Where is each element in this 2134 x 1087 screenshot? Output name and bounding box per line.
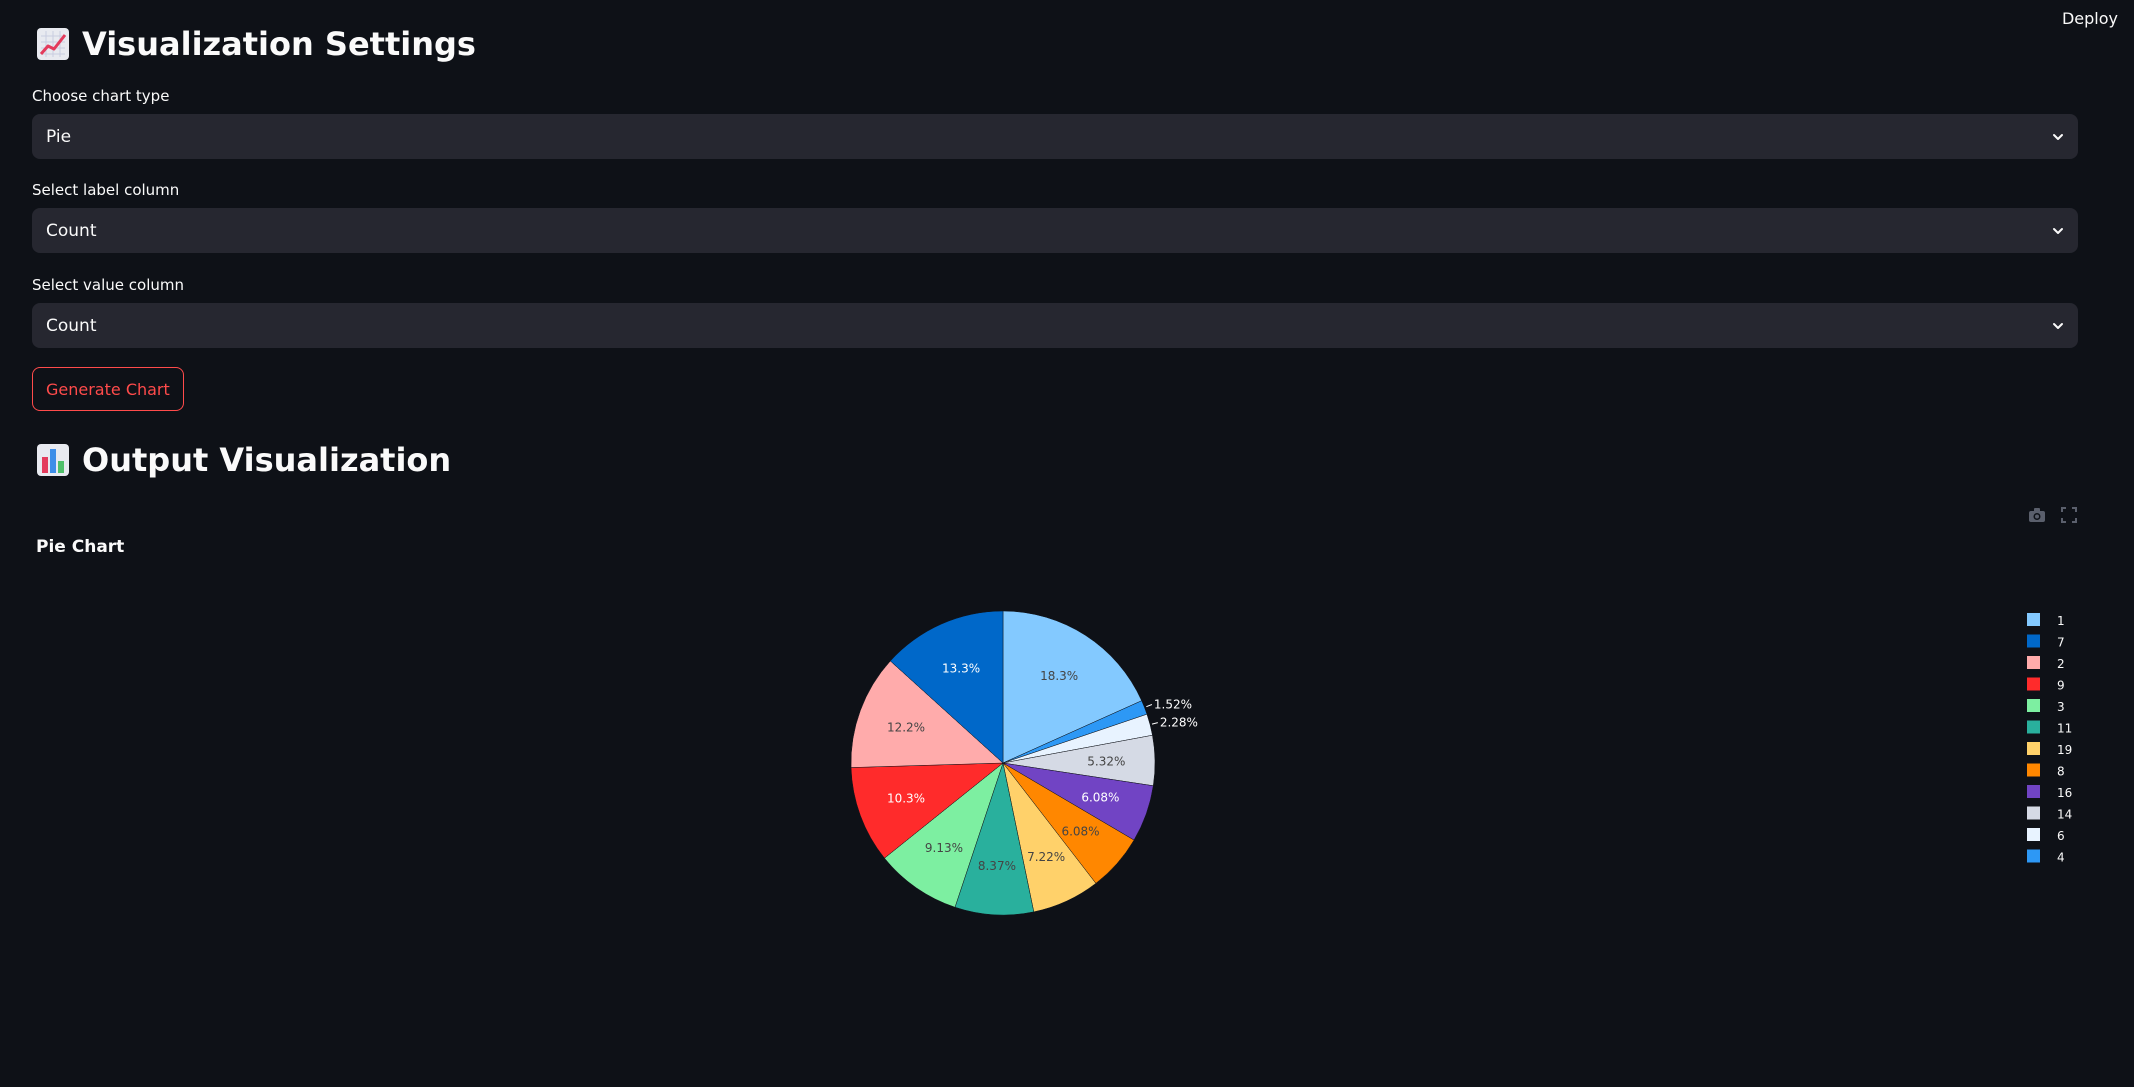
slice-label-16: 6.08% bbox=[1081, 791, 1119, 805]
chart-container: Pie Chart 18.3% 1.52% 2.28% 5.32% 6.08% 6.08%… bbox=[32, 506, 2078, 996]
legend-label-8: 8 bbox=[2057, 765, 2065, 779]
legend-item-2[interactable]: 2 bbox=[2027, 656, 2065, 671]
chart-increasing-icon bbox=[36, 27, 70, 61]
slice-leader-6 bbox=[1151, 722, 1158, 725]
legend-item-1[interactable]: 1 bbox=[2027, 613, 2065, 628]
legend-label-14: 14 bbox=[2057, 808, 2072, 822]
legend-swatch-11 bbox=[2027, 720, 2040, 734]
slice-label-19: 7.22% bbox=[1027, 850, 1065, 864]
legend-item-19[interactable]: 19 bbox=[2027, 742, 2072, 757]
legend-label-1: 1 bbox=[2057, 614, 2065, 628]
legend-item-4[interactable]: 4 bbox=[2027, 849, 2065, 865]
legend-label-3: 3 bbox=[2057, 700, 2065, 714]
legend-label-19: 19 bbox=[2057, 743, 2072, 757]
chevron-down-icon bbox=[2053, 227, 2063, 234]
fullscreen-icon[interactable] bbox=[2060, 506, 2078, 524]
legend-label-11: 11 bbox=[2057, 722, 2072, 736]
chart-type-select[interactable]: Pie bbox=[32, 114, 2078, 159]
legend-swatch-6 bbox=[2027, 828, 2040, 841]
chevron-down-icon bbox=[2053, 322, 2063, 329]
legend-item-6[interactable]: 6 bbox=[2027, 828, 2065, 843]
value-column-value: Count bbox=[46, 315, 97, 336]
legend-label-6: 6 bbox=[2057, 829, 2065, 843]
output-heading: Output Visualization bbox=[36, 441, 451, 479]
chart-modebar bbox=[2028, 506, 2078, 524]
slice-label-4: 1.52% bbox=[1154, 697, 1192, 711]
output-heading-text: Output Visualization bbox=[82, 441, 452, 479]
legend-label-16: 16 bbox=[2057, 786, 2072, 800]
bar-chart-icon bbox=[36, 443, 70, 477]
slice-label-9: 10.3% bbox=[887, 792, 925, 806]
legend-label-2: 2 bbox=[2057, 657, 2065, 671]
legend-item-9[interactable]: 9 bbox=[2027, 677, 2065, 693]
label-column-select[interactable]: Count bbox=[32, 208, 2078, 253]
slice-label-3: 9.13% bbox=[925, 841, 963, 855]
legend-item-14[interactable]: 14 bbox=[2027, 806, 2072, 822]
settings-heading: Visualization Settings bbox=[36, 25, 476, 63]
chevron-down-icon bbox=[2053, 133, 2063, 140]
legend-swatch-8 bbox=[2027, 763, 2040, 777]
settings-heading-text: Visualization Settings bbox=[82, 25, 476, 63]
legend-swatch-16 bbox=[2027, 785, 2040, 798]
chart-type-value: Pie bbox=[46, 126, 72, 147]
slice-label-11: 8.37% bbox=[978, 859, 1016, 873]
slice-label-1: 18.3% bbox=[1040, 669, 1078, 683]
pie-chart: 18.3% 1.52% 2.28% 5.32% 6.08% 6.08% 7.22% 8.37%… bbox=[850, 610, 2072, 916]
label-column-label: Select label column bbox=[32, 181, 180, 199]
slice-label-7: 13.3% bbox=[942, 662, 980, 676]
slice-label-8: 6.08% bbox=[1061, 824, 1099, 838]
label-column-value: Count bbox=[46, 220, 97, 241]
camera-icon[interactable] bbox=[2028, 506, 2046, 524]
legend-item-3[interactable]: 3 bbox=[2027, 699, 2065, 714]
deploy-button[interactable]: Deploy bbox=[2062, 9, 2118, 28]
legend-swatch-7 bbox=[2027, 634, 2040, 648]
legend-item-7[interactable]: 7 bbox=[2027, 634, 2065, 650]
legend-item-11[interactable]: 11 bbox=[2027, 720, 2072, 736]
legend-swatch-9 bbox=[2027, 677, 2040, 691]
chart-type-label: Choose chart type bbox=[32, 87, 170, 105]
slice-label-2: 12.2% bbox=[887, 720, 925, 734]
slice-label-14: 5.32% bbox=[1087, 754, 1125, 768]
legend-label-4: 4 bbox=[2057, 851, 2065, 865]
slice-label-6: 2.28% bbox=[1160, 716, 1198, 730]
generate-chart-button[interactable]: Generate Chart bbox=[32, 367, 184, 411]
legend-swatch-3 bbox=[2027, 699, 2040, 712]
chart-title: Pie Chart bbox=[36, 537, 125, 557]
legend-item-8[interactable]: 8 bbox=[2027, 763, 2065, 779]
slice-leader-4 bbox=[1146, 704, 1153, 708]
value-column-label: Select value column bbox=[32, 276, 184, 294]
legend-swatch-14 bbox=[2027, 806, 2040, 820]
value-column-select[interactable]: Count bbox=[32, 303, 2078, 348]
legend-item-16[interactable]: 16 bbox=[2027, 785, 2072, 800]
legend-label-9: 9 bbox=[2057, 679, 2065, 693]
legend-swatch-19 bbox=[2027, 742, 2040, 755]
legend-label-7: 7 bbox=[2057, 636, 2065, 650]
legend-swatch-1 bbox=[2027, 613, 2040, 626]
legend-swatch-2 bbox=[2027, 656, 2040, 669]
legend-swatch-4 bbox=[2027, 849, 2040, 863]
